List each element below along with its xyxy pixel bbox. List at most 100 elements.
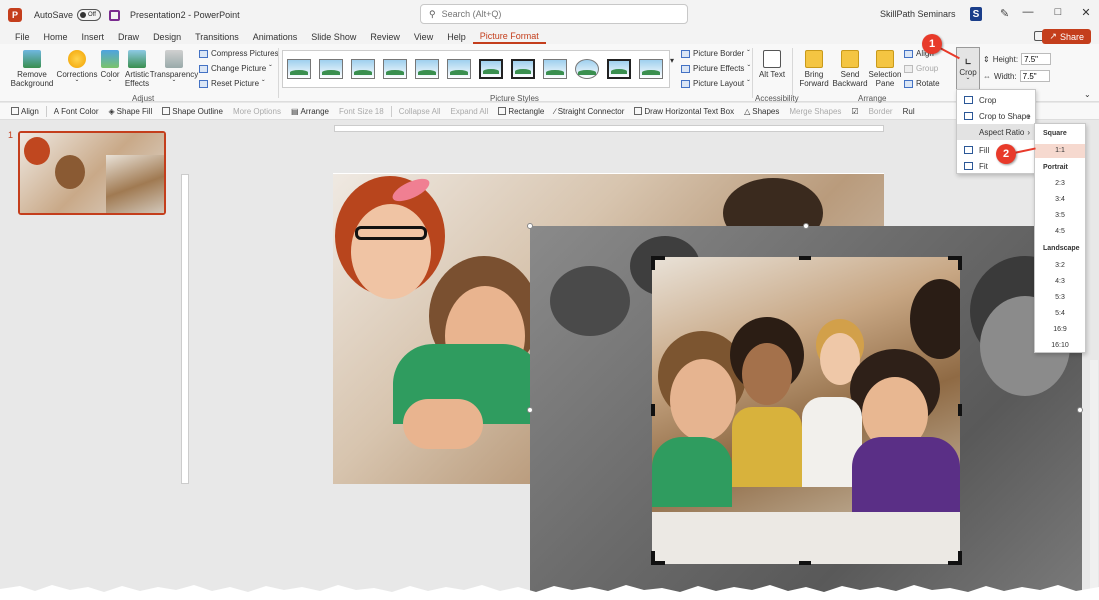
menu-item-fit[interactable]: Fit bbox=[957, 158, 1035, 174]
artistic-effects-button[interactable]: Artistic Effects bbox=[122, 50, 152, 88]
resize-handle[interactable] bbox=[1077, 407, 1083, 413]
style-thumb[interactable] bbox=[447, 59, 471, 79]
user-name[interactable]: SkillPath Seminars bbox=[880, 9, 956, 19]
user-avatar[interactable]: S bbox=[970, 7, 982, 21]
crop-handle[interactable] bbox=[958, 404, 962, 416]
tab-animations[interactable]: Animations bbox=[246, 32, 305, 42]
aspect-3-5[interactable]: 3:5 bbox=[1035, 209, 1085, 223]
send-backward-button[interactable]: Send Backward bbox=[832, 50, 868, 88]
crop-handle[interactable] bbox=[651, 404, 655, 416]
picture-styles-gallery[interactable] bbox=[282, 50, 670, 88]
shape-outline-button[interactable]: Shape Outline bbox=[157, 107, 228, 116]
reset-picture-button[interactable]: Reset Picture ˇ bbox=[199, 79, 265, 88]
aspect-5-3[interactable]: 5:3 bbox=[1035, 291, 1085, 305]
straight-connector-button[interactable]: ∕ Straight Connector bbox=[549, 107, 629, 116]
tab-review[interactable]: Review bbox=[363, 32, 407, 42]
style-thumb[interactable] bbox=[415, 59, 439, 79]
autosave-toggle[interactable]: Off bbox=[77, 9, 102, 21]
style-thumb[interactable] bbox=[607, 59, 631, 79]
aspect-2-3[interactable]: 2:3 bbox=[1035, 177, 1085, 191]
compress-pictures-button[interactable]: Compress Pictures bbox=[199, 49, 279, 58]
crop-handle[interactable] bbox=[799, 561, 811, 565]
menu-item-crop-to-shape[interactable]: Crop to Shape › bbox=[957, 108, 1035, 124]
tab-slide-show[interactable]: Slide Show bbox=[304, 32, 363, 42]
corrections-button[interactable]: Corrections ˇ bbox=[57, 50, 97, 88]
style-thumb[interactable] bbox=[319, 59, 343, 79]
pen-icon[interactable]: ✎ bbox=[1000, 7, 1009, 20]
picture-layout-button[interactable]: Picture Layout ˇ bbox=[681, 79, 750, 88]
slide-thumbnail[interactable] bbox=[18, 131, 166, 215]
share-button[interactable]: ↗ Share bbox=[1042, 29, 1091, 44]
shapes-button[interactable]: △ Shapes bbox=[739, 107, 784, 116]
style-thumb[interactable] bbox=[351, 59, 375, 79]
aspect-16-10[interactable]: 16:10 bbox=[1035, 339, 1085, 353]
crop-button[interactable]: ⌞ Crop ˇ bbox=[956, 47, 980, 91]
aspect-4-3[interactable]: 4:3 bbox=[1035, 275, 1085, 289]
bring-forward-button[interactable]: Bring Forward bbox=[798, 50, 830, 88]
text-box-button[interactable]: Draw Horizontal Text Box bbox=[629, 107, 739, 116]
collapse-all-button[interactable]: Collapse All bbox=[394, 107, 446, 116]
crop-handle[interactable] bbox=[958, 551, 962, 565]
shape-fill-button[interactable]: ◈ Shape Fill bbox=[104, 107, 158, 116]
border-button[interactable]: Border bbox=[864, 107, 898, 116]
picture-effects-button[interactable]: Picture Effects ˇ bbox=[681, 64, 750, 73]
tab-transitions[interactable]: Transitions bbox=[188, 32, 246, 42]
tab-picture-format[interactable]: Picture Format bbox=[472, 31, 546, 44]
vertical-scrollbar[interactable] bbox=[1090, 360, 1098, 590]
picture-border-button[interactable]: Picture Border ˇ bbox=[681, 49, 750, 58]
color-button[interactable]: Color ˇ bbox=[98, 50, 122, 88]
menu-item-aspect-ratio[interactable]: Aspect Ratio › bbox=[957, 124, 1035, 140]
tab-file[interactable]: File bbox=[8, 32, 37, 42]
aspect-16-9[interactable]: 16:9 bbox=[1035, 323, 1085, 337]
style-thumb[interactable] bbox=[479, 59, 503, 79]
aspect-1-1[interactable]: 1:1 bbox=[1035, 144, 1085, 158]
menu-item-crop[interactable]: Crop bbox=[957, 92, 1035, 108]
font-color-button[interactable]: A Font Color bbox=[49, 107, 104, 116]
aspect-5-4[interactable]: 5:4 bbox=[1035, 307, 1085, 321]
ruler-button[interactable]: Rul bbox=[898, 107, 920, 116]
change-picture-button[interactable]: Change Picture ˇ bbox=[199, 64, 272, 73]
remove-background-button[interactable]: Remove Background bbox=[10, 50, 54, 88]
style-thumb[interactable] bbox=[287, 59, 311, 79]
rectangle-button[interactable]: Rectangle bbox=[493, 107, 549, 116]
transparency-button[interactable]: Transparency ˇ bbox=[150, 50, 198, 88]
crop-handle[interactable] bbox=[651, 256, 655, 270]
tab-home[interactable]: Home bbox=[37, 32, 75, 42]
close-icon[interactable]: ✕ bbox=[1076, 6, 1096, 19]
search-input[interactable] bbox=[441, 9, 662, 19]
resize-handle[interactable] bbox=[527, 223, 533, 229]
gallery-scroll-icon[interactable]: ▾ bbox=[670, 56, 674, 65]
tab-view[interactable]: View bbox=[407, 32, 440, 42]
selection-pane-button[interactable]: Selection Pane bbox=[869, 50, 901, 88]
more-options-button[interactable]: More Options bbox=[228, 107, 286, 116]
style-thumb[interactable] bbox=[575, 59, 599, 79]
aspect-3-4[interactable]: 3:4 bbox=[1035, 193, 1085, 207]
minimize-icon[interactable]: — bbox=[1018, 6, 1038, 18]
collapse-ribbon-icon[interactable]: ⌄ bbox=[1084, 90, 1091, 99]
qt-arrange-button[interactable]: ▤ Arrange bbox=[286, 107, 334, 116]
resize-handle[interactable] bbox=[527, 407, 533, 413]
expand-all-button[interactable]: Expand All bbox=[446, 107, 494, 116]
tab-design[interactable]: Design bbox=[146, 32, 188, 42]
aspect-4-5[interactable]: 4:5 bbox=[1035, 225, 1085, 239]
merge-shapes-button[interactable]: Merge Shapes bbox=[784, 107, 846, 116]
style-thumb[interactable] bbox=[543, 59, 567, 79]
restore-icon[interactable]: □ bbox=[1048, 6, 1068, 18]
crop-handle[interactable] bbox=[958, 256, 962, 270]
group-button[interactable]: Group bbox=[904, 64, 938, 73]
crop-handle[interactable] bbox=[799, 256, 811, 260]
search-box[interactable]: ⚲ bbox=[420, 4, 688, 24]
qt-align-button[interactable]: Align bbox=[6, 107, 44, 116]
font-size-field[interactable]: Font Size 18 bbox=[334, 107, 389, 116]
style-thumb[interactable] bbox=[383, 59, 407, 79]
save-icon[interactable] bbox=[109, 9, 121, 21]
checkbox-icon[interactable]: ☑ bbox=[846, 107, 863, 116]
height-input[interactable] bbox=[1021, 53, 1052, 65]
width-input[interactable] bbox=[1019, 70, 1050, 82]
aspect-3-2[interactable]: 3:2 bbox=[1035, 259, 1085, 273]
resize-handle[interactable] bbox=[803, 223, 809, 229]
tab-draw[interactable]: Draw bbox=[111, 32, 146, 42]
style-thumb[interactable] bbox=[639, 59, 663, 79]
rotate-button[interactable]: Rotate bbox=[904, 79, 940, 88]
style-thumb[interactable] bbox=[511, 59, 535, 79]
